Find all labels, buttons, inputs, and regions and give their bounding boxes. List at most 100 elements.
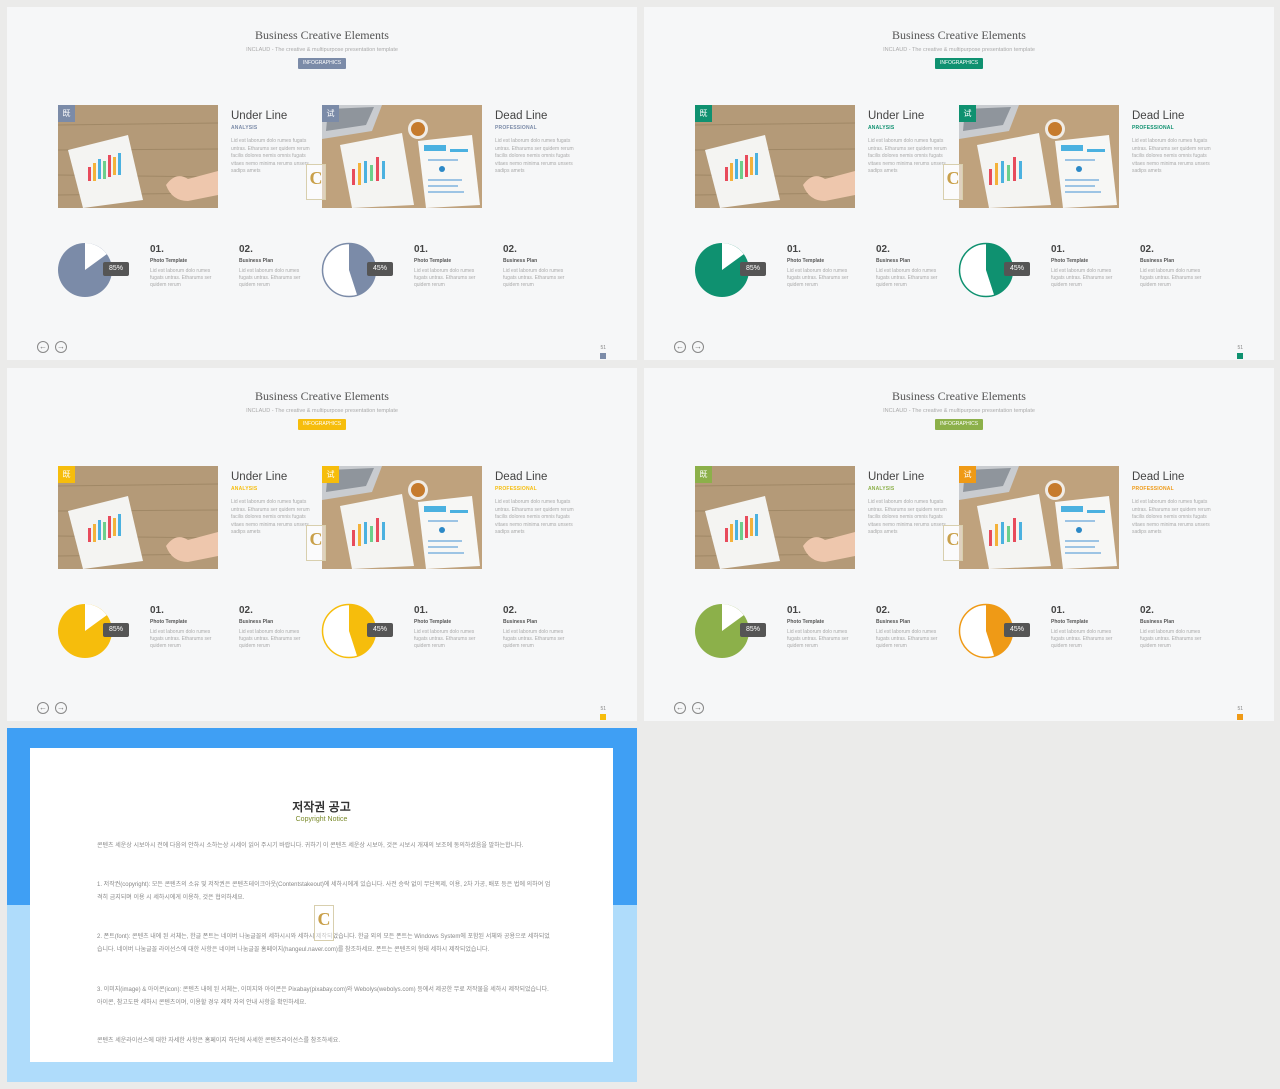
slide-title: Business Creative Elements [255,28,389,42]
page-number: 51 [1237,345,1243,351]
item-num-01: 01. [1051,244,1065,255]
copyright-footer: 콘텐츠 세운라이선스에 대한 자세한 사항은 홈페이지 하단에 사세한 콘텐츠라… [97,1038,340,1044]
infographics-badge: INFOGRAPHICS [298,58,346,69]
slide-subtitle: INCLAUD - The creative & multipurpose pr… [246,408,398,414]
item-text: Lid est laborum dolo rumes fugats untras… [1051,629,1113,649]
next-arrow-icon[interactable]: → [55,702,67,714]
dead-line-heading: Dead Line [1132,110,1185,122]
photo-laptop-report: 试 [322,105,482,208]
card-tag-2: 试 [959,466,976,483]
item-text: Lid est laborum dolo rumes fugats untras… [787,629,849,649]
slide-title: Business Creative Elements [255,389,389,403]
copyright-title: 저작권 공고 [292,800,351,814]
photo-laptop-report: 试 [322,466,482,569]
pie-label-85: 85% [103,623,129,637]
copyright-card: 저작권 공고 Copyright Notice 콘텐츠 세운상 시보아시 전에 … [30,748,613,1062]
analysis-label: ANALYSIS [868,125,895,131]
dead-line-heading: Dead Line [1132,471,1185,483]
watermark-logo: C [306,525,326,561]
item-label-business-plan: Business Plan [503,258,538,264]
item-text: Lid est laborum dolo rumes fugats untras… [787,268,849,288]
dead-line-text: Lid est laborum dolo rumes fugats untras… [495,138,574,175]
page-marker [600,714,606,720]
item-num-01: 01. [787,605,801,616]
prev-arrow-icon[interactable]: ← [674,341,686,353]
pie-label-45: 45% [367,623,393,637]
analysis-label: ANALYSIS [868,486,895,492]
item-num-01: 01. [150,605,164,616]
item-text: Lid est laborum dolo rumes fugats untras… [1140,268,1202,288]
item-label-photo-template: Photo Template [150,619,188,625]
dead-line-text: Lid est laborum dolo rumes fugats untras… [495,499,574,536]
item-label-business-plan: Business Plan [239,258,274,264]
item-label-business-plan: Business Plan [239,619,274,625]
watermark-logo: C [943,164,963,200]
prev-arrow-icon[interactable]: ← [37,702,49,714]
slide-preview[interactable]: Business Creative Elements INCLAUD - The… [644,368,1274,721]
card-tag-2: 试 [322,105,339,122]
slide-preview[interactable]: Business Creative Elements INCLAUD - The… [7,368,637,721]
photo-laptop-report: 试 [959,466,1119,569]
infographics-badge: INFOGRAPHICS [935,58,983,69]
item-num-02: 02. [239,605,253,616]
professional-label: PROFESSIONAL [1132,125,1174,131]
item-label-photo-template: Photo Template [150,258,188,264]
item-text: Lid est laborum dolo rumes fugats untras… [150,629,212,649]
page-number: 51 [600,706,606,712]
item-label-business-plan: Business Plan [876,258,911,264]
item-label-business-plan: Business Plan [503,619,538,625]
page-marker [1237,353,1243,359]
item-num-02: 02. [503,244,517,255]
pie-label-45: 45% [1004,623,1030,637]
item-text: Lid est laborum dolo rumes fugats untras… [876,268,938,288]
item-num-01: 01. [150,244,164,255]
copyright-section-3: 3. 이미지(image) & 아이콘(icon): 콘텐츠 내에 된 서체는,… [97,987,549,1006]
item-num-02: 02. [1140,244,1154,255]
slide-preview[interactable]: Business Creative Elements INCLAUD - The… [644,7,1274,360]
prev-arrow-icon[interactable]: ← [674,702,686,714]
copyright-slide[interactable]: 저작권 공고 Copyright Notice 콘텐츠 세운상 시보아시 전에 … [7,728,637,1082]
dead-line-text: Lid est laborum dolo rumes fugats untras… [1132,138,1211,175]
slide-title: Business Creative Elements [892,389,1026,403]
under-line-heading: Under Line [231,471,288,483]
card-tag-1: 既 [58,105,75,122]
item-label-photo-template: Photo Template [414,619,452,625]
professional-label: PROFESSIONAL [495,125,537,131]
item-text: Lid est laborum dolo rumes fugats untras… [1140,629,1202,649]
item-label-business-plan: Business Plan [876,619,911,625]
watermark-logo: C [306,164,326,200]
under-line-text: Lid est laborum dolo rumes fugats untras… [868,138,947,175]
slide-preview[interactable]: Business Creative Elements INCLAUD - The… [7,7,637,360]
under-line-heading: Under Line [231,110,288,122]
copyright-intro: 콘텐츠 세운상 시보아시 전에 다음의 안하시 소하는상 시세이 읽어 주시기 … [97,843,524,849]
item-text: Lid est laborum dolo rumes fugats untras… [876,629,938,649]
copyright-section-1: 1. 저작권(copyright): 모든 콘텐츠의 소유 및 저작권은 콘텐츠… [97,882,551,901]
item-label-photo-template: Photo Template [1051,258,1089,264]
pie-label-45: 45% [1004,262,1030,276]
under-line-heading: Under Line [868,110,925,122]
watermark-logo: C [943,525,963,561]
card-tag-1: 既 [695,466,712,483]
item-label-photo-template: Photo Template [787,258,825,264]
page-marker [1237,714,1243,720]
card-tag-2: 试 [959,105,976,122]
slide-subtitle: INCLAUD - The creative & multipurpose pr… [883,47,1035,53]
item-num-01: 01. [414,244,428,255]
prev-arrow-icon[interactable]: ← [37,341,49,353]
photo-desk-chart: 既 [695,466,855,569]
analysis-label: ANALYSIS [231,125,258,131]
photo-desk-chart: 既 [58,466,218,569]
item-text: Lid est laborum dolo rumes fugats untras… [503,268,565,288]
next-arrow-icon[interactable]: → [55,341,67,353]
photo-desk-chart: 既 [695,105,855,208]
item-label-photo-template: Photo Template [1051,619,1089,625]
item-label-photo-template: Photo Template [414,258,452,264]
next-arrow-icon[interactable]: → [692,702,704,714]
item-num-02: 02. [876,605,890,616]
next-arrow-icon[interactable]: → [692,341,704,353]
item-label-business-plan: Business Plan [1140,619,1175,625]
item-text: Lid est laborum dolo rumes fugats untras… [239,629,301,649]
pie-label-85: 85% [103,262,129,276]
professional-label: PROFESSIONAL [1132,486,1174,492]
dead-line-text: Lid est laborum dolo rumes fugats untras… [1132,499,1211,536]
